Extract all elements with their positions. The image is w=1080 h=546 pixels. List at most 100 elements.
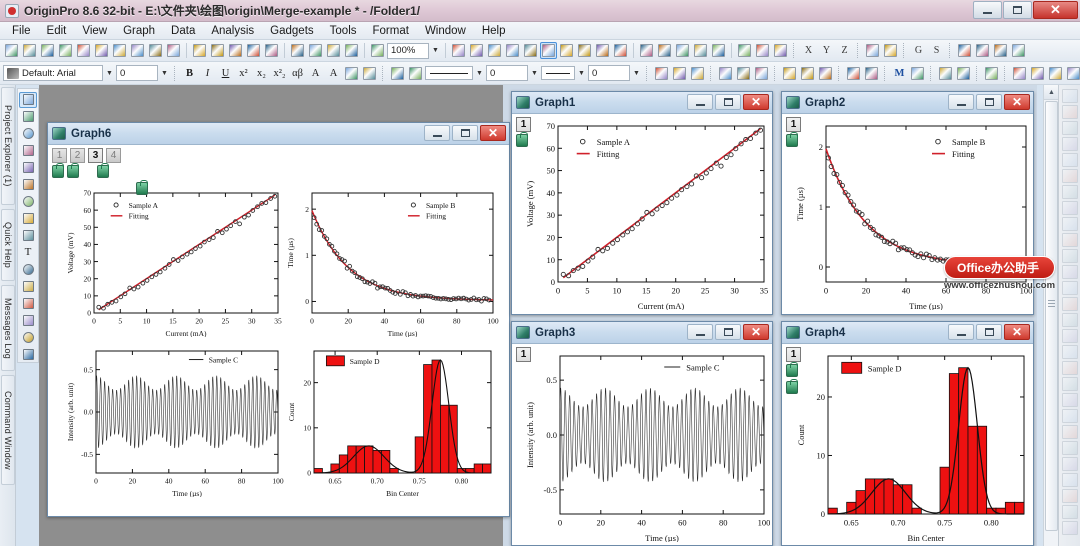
move-up-icon[interactable] [937, 65, 954, 82]
plot-sample-d[interactable]: 0.650.700.750.8001020Sample DBin CenterC… [286, 345, 499, 497]
draw-data-icon[interactable] [19, 194, 37, 210]
graph1-canvas[interactable]: 1 05101520253035010203040506070Sample AF… [512, 114, 772, 314]
menu-graph[interactable]: Graph [115, 23, 163, 39]
right-dock-button-23[interactable] [1062, 441, 1078, 455]
line-style-dropdown-arrow[interactable]: ▼ [474, 65, 485, 81]
right-dock-button-11[interactable] [1062, 249, 1078, 263]
right-dock-button-4[interactable] [1062, 137, 1078, 151]
region-tool-icon[interactable] [19, 329, 37, 345]
menu-data[interactable]: Data [163, 23, 203, 39]
first-page-icon[interactable] [956, 42, 973, 59]
new-project-icon[interactable] [3, 42, 20, 59]
duplicate-icon[interactable] [504, 42, 521, 59]
next-page-icon[interactable] [992, 42, 1009, 59]
print-preview-icon[interactable] [468, 42, 485, 59]
subscript-icon[interactable]: x₂ [253, 65, 270, 82]
data-selector-icon[interactable] [19, 177, 37, 193]
import-file-icon[interactable] [325, 42, 342, 59]
graph2-canvas[interactable]: 1 020406080100012Sample BFittingTime (µs… [782, 114, 1033, 314]
graph4-minimize-button[interactable] [948, 324, 974, 340]
speed-mode-icon[interactable] [612, 42, 629, 59]
import-single-ascii-icon[interactable] [289, 42, 306, 59]
right-dock-button-26[interactable] [1062, 489, 1078, 503]
graph4-maximize-button[interactable] [976, 324, 1002, 340]
graph1-window[interactable]: Graph1 ✕ 1 05101520253035010203040506070… [511, 91, 773, 315]
menu-view[interactable]: View [74, 23, 115, 39]
zoom-tool-icon[interactable] [19, 109, 37, 125]
new-function-plot-icon[interactable] [93, 42, 110, 59]
font-size-combo[interactable]: 0 [116, 65, 158, 81]
graph2-window[interactable]: Graph2 ✕ 1 020406080100012Sample BFittin… [781, 91, 1034, 315]
command-window-tab[interactable]: Command Window [1, 375, 15, 485]
merge-graph-icon[interactable] [540, 42, 557, 59]
workspace-vertical-scrollbar[interactable]: ▲ [1043, 85, 1058, 546]
graph1-maximize-button[interactable] [715, 94, 741, 110]
print-icon[interactable] [450, 42, 467, 59]
graph1-layer-tab-1[interactable]: 1 [516, 117, 531, 132]
move-down-icon[interactable] [955, 65, 972, 82]
right-dock-button-5[interactable] [1062, 153, 1078, 167]
zoom-level-input[interactable]: 100% [387, 43, 429, 59]
set-z-icon[interactable]: Z [836, 42, 853, 59]
graph6-canvas[interactable]: 1 2 3 4 05101520253035010203040506070Sam… [48, 145, 509, 516]
increase-font-icon[interactable]: A [307, 65, 324, 82]
line-tool-icon[interactable] [19, 278, 37, 294]
merge-icon[interactable]: M [891, 65, 908, 82]
pointer-icon[interactable] [863, 65, 880, 82]
graph6-minimize-button[interactable] [424, 125, 450, 141]
copy-icon[interactable] [799, 65, 816, 82]
nonlinear-fit-icon[interactable] [772, 42, 789, 59]
lock-icon[interactable] [97, 165, 109, 178]
set-y-icon[interactable]: Y [818, 42, 835, 59]
add-new-column-icon[interactable] [864, 42, 881, 59]
text-tool-icon[interactable]: T [19, 244, 37, 260]
graph3-titlebar[interactable]: Graph3 ✕ [512, 322, 772, 344]
rescale-icon[interactable] [638, 42, 655, 59]
graph2-close-button[interactable]: ✕ [1004, 94, 1030, 110]
right-dock-button-18[interactable] [1062, 361, 1078, 375]
decrease-font-icon[interactable]: A [325, 65, 342, 82]
layer-contents-icon[interactable] [522, 42, 539, 59]
extract-icon[interactable] [558, 42, 575, 59]
plot-sample-b[interactable]: 020406080100012Sample BFittingTime (µs)T… [286, 187, 499, 337]
graph3-maximize-button[interactable] [715, 324, 741, 340]
paste-icon[interactable] [817, 65, 834, 82]
right-dock-button-25[interactable] [1062, 473, 1078, 487]
graph1-minimize-button[interactable] [687, 94, 713, 110]
right-dock-button-15[interactable] [1062, 313, 1078, 327]
graph3-canvas[interactable]: 1 020406080100-0.50.00.5Sample CTime (µs… [512, 344, 772, 545]
regional-mask-icon[interactable] [19, 211, 37, 227]
bold-icon[interactable]: B [181, 65, 198, 82]
ungroup-icon[interactable]: S [928, 42, 945, 59]
right-dock-button-20[interactable] [1062, 393, 1078, 407]
send-graph-icon[interactable] [369, 42, 386, 59]
prev-page-icon[interactable] [974, 42, 991, 59]
graph3-layer-tab-1[interactable]: 1 [516, 347, 531, 362]
graph4-titlebar[interactable]: Graph4 ✕ [782, 322, 1033, 344]
symbol-shape-dropdown-arrow[interactable]: ▼ [576, 65, 587, 81]
new-layer-icon[interactable] [576, 42, 593, 59]
import-wizard-icon[interactable] [227, 42, 244, 59]
font-name-dropdown-arrow[interactable]: ▼ [104, 65, 115, 81]
new-notes-icon[interactable] [147, 42, 164, 59]
grid-icon[interactable] [735, 65, 752, 82]
right-dock-button-10[interactable] [1062, 233, 1078, 247]
sort-range-icon[interactable] [710, 42, 727, 59]
plot-sample-a[interactable]: 05101520253035010203040506070Sample AFit… [526, 120, 770, 310]
messages-log-tab[interactable]: Messages Log [1, 285, 15, 371]
graph6-layer-tab-3[interactable]: 3 [88, 148, 103, 163]
open-excel-icon[interactable] [209, 42, 226, 59]
font-name-combo[interactable]: Default: Arial [3, 65, 103, 81]
table-icon[interactable] [753, 65, 770, 82]
new-folder-icon[interactable] [21, 42, 38, 59]
graph3-window[interactable]: Graph3 ✕ 1 020406080100-0.50.00.5Sample … [511, 321, 773, 546]
right-dock-button-7[interactable] [1062, 185, 1078, 199]
superscript-icon[interactable]: x² [235, 65, 252, 82]
line-color-icon[interactable] [653, 65, 670, 82]
lock-icon[interactable] [786, 364, 798, 377]
mask-icon[interactable] [983, 65, 1000, 82]
line-width-dropdown-arrow[interactable]: ▼ [529, 65, 540, 81]
lock-icon[interactable] [786, 134, 798, 147]
right-dock-button-22[interactable] [1062, 425, 1078, 439]
scroll-up-arrow[interactable]: ▲ [1044, 85, 1059, 100]
